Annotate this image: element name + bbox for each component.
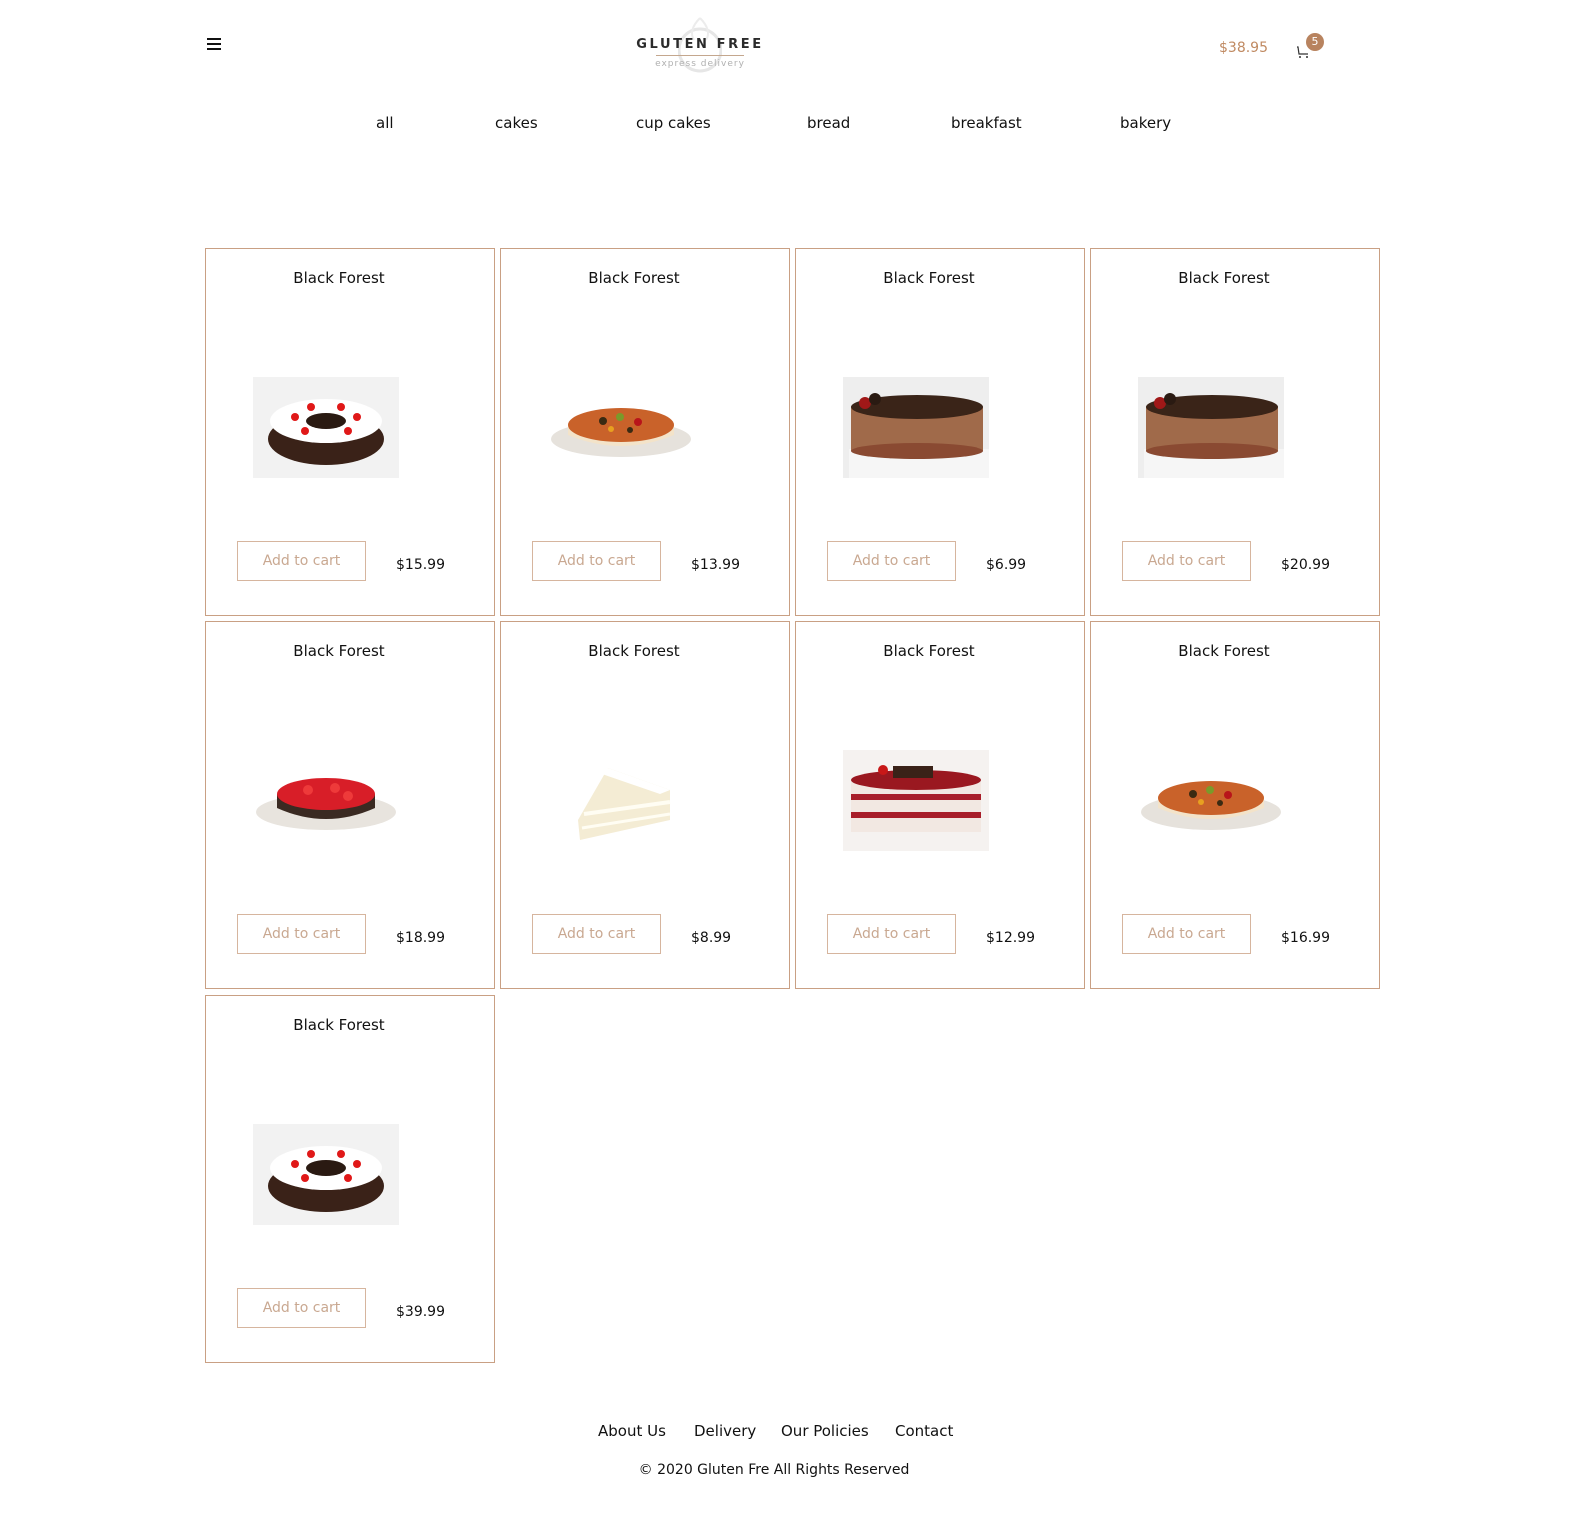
category-tab-cakes[interactable]: cakes <box>495 114 538 132</box>
brand-logo[interactable]: GLUTEN FREE express delivery <box>630 16 770 82</box>
footer-link-about-us[interactable]: About Us <box>598 1422 666 1440</box>
strawberry-glaze-cake-image[interactable] <box>253 750 399 851</box>
product-card: Black Forest Add to cart $8.99 <box>500 621 790 989</box>
brand-subtitle: express delivery <box>655 59 745 69</box>
add-to-cart-button[interactable]: Add to cart <box>1122 541 1251 581</box>
product-price: $18.99 <box>396 930 445 946</box>
chocolate-strawberry-cake-image[interactable] <box>843 377 989 478</box>
product-title: Black Forest <box>293 269 385 287</box>
add-to-cart-button[interactable]: Add to cart <box>237 1288 366 1328</box>
add-to-cart-button[interactable]: Add to cart <box>532 541 661 581</box>
product-price: $16.99 <box>1281 930 1330 946</box>
product-price: $39.99 <box>396 1304 445 1320</box>
product-price: $8.99 <box>691 930 732 946</box>
add-to-cart-button[interactable]: Add to cart <box>827 914 956 954</box>
brand-divider <box>656 55 744 56</box>
product-price: $20.99 <box>1281 557 1330 573</box>
product-title: Black Forest <box>293 642 385 660</box>
cart-count-badge: 5 <box>1306 33 1324 51</box>
category-tab-cup-cakes[interactable]: cup cakes <box>636 114 711 132</box>
brand-title: GLUTEN FREE <box>636 37 764 52</box>
product-title: Black Forest <box>883 269 975 287</box>
product-card: Black Forest Add to cart $15.99 <box>205 248 495 616</box>
product-price: $13.99 <box>691 557 740 573</box>
product-card: Black Forest Add to cart $6.99 <box>795 248 1085 616</box>
add-to-cart-button[interactable]: Add to cart <box>827 541 956 581</box>
product-card: Black Forest Add to cart $12.99 <box>795 621 1085 989</box>
fruit-cheesecake-image[interactable] <box>548 377 694 478</box>
product-title: Black Forest <box>588 642 680 660</box>
add-to-cart-button[interactable]: Add to cart <box>1122 914 1251 954</box>
fruit-cheesecake-image[interactable] <box>1138 750 1284 851</box>
vanilla-cake-slice-image[interactable] <box>548 750 694 851</box>
product-card: Black Forest Add to cart $18.99 <box>205 621 495 989</box>
cart-total: $38.95 <box>1219 40 1268 56</box>
product-card: Black Forest Add to cart $16.99 <box>1090 621 1380 989</box>
red-velvet-layer-cake-image[interactable] <box>843 750 989 851</box>
footer-link-our-policies[interactable]: Our Policies <box>781 1422 869 1440</box>
add-to-cart-button[interactable]: Add to cart <box>237 541 366 581</box>
category-tab-bread[interactable]: bread <box>807 114 850 132</box>
product-title: Black Forest <box>1178 269 1270 287</box>
product-price: $6.99 <box>986 557 1027 573</box>
category-tab-breakfast[interactable]: breakfast <box>951 114 1022 132</box>
add-to-cart-button[interactable]: Add to cart <box>532 914 661 954</box>
category-tab-bakery[interactable]: bakery <box>1120 114 1171 132</box>
copyright-text: © 2020 Gluten Fre All Rights Reserved <box>638 1462 910 1478</box>
product-card: Black Forest Add to cart $39.99 <box>205 995 495 1363</box>
product-title: Black Forest <box>1178 642 1270 660</box>
product-price: $15.99 <box>396 557 445 573</box>
add-to-cart-button[interactable]: Add to cart <box>237 914 366 954</box>
product-card: Black Forest Add to cart $20.99 <box>1090 248 1380 616</box>
product-title: Black Forest <box>883 642 975 660</box>
footer-link-delivery[interactable]: Delivery <box>694 1422 756 1440</box>
chocolate-strawberry-cake-image[interactable] <box>1138 377 1284 478</box>
site-header: GLUTEN FREE express delivery $38.95 5 <box>0 0 1583 100</box>
product-title: Black Forest <box>588 269 680 287</box>
product-card: Black Forest Add to cart $13.99 <box>500 248 790 616</box>
footer-link-contact[interactable]: Contact <box>895 1422 953 1440</box>
black-forest-cake-image[interactable] <box>253 377 399 478</box>
category-tab-all[interactable]: all <box>376 114 394 132</box>
product-title: Black Forest <box>293 1016 385 1034</box>
black-forest-cake-image[interactable] <box>253 1124 399 1225</box>
category-nav: all cakes cup cakes bread breakfast bake… <box>0 114 1583 136</box>
menu-icon[interactable] <box>207 38 221 50</box>
product-price: $12.99 <box>986 930 1035 946</box>
